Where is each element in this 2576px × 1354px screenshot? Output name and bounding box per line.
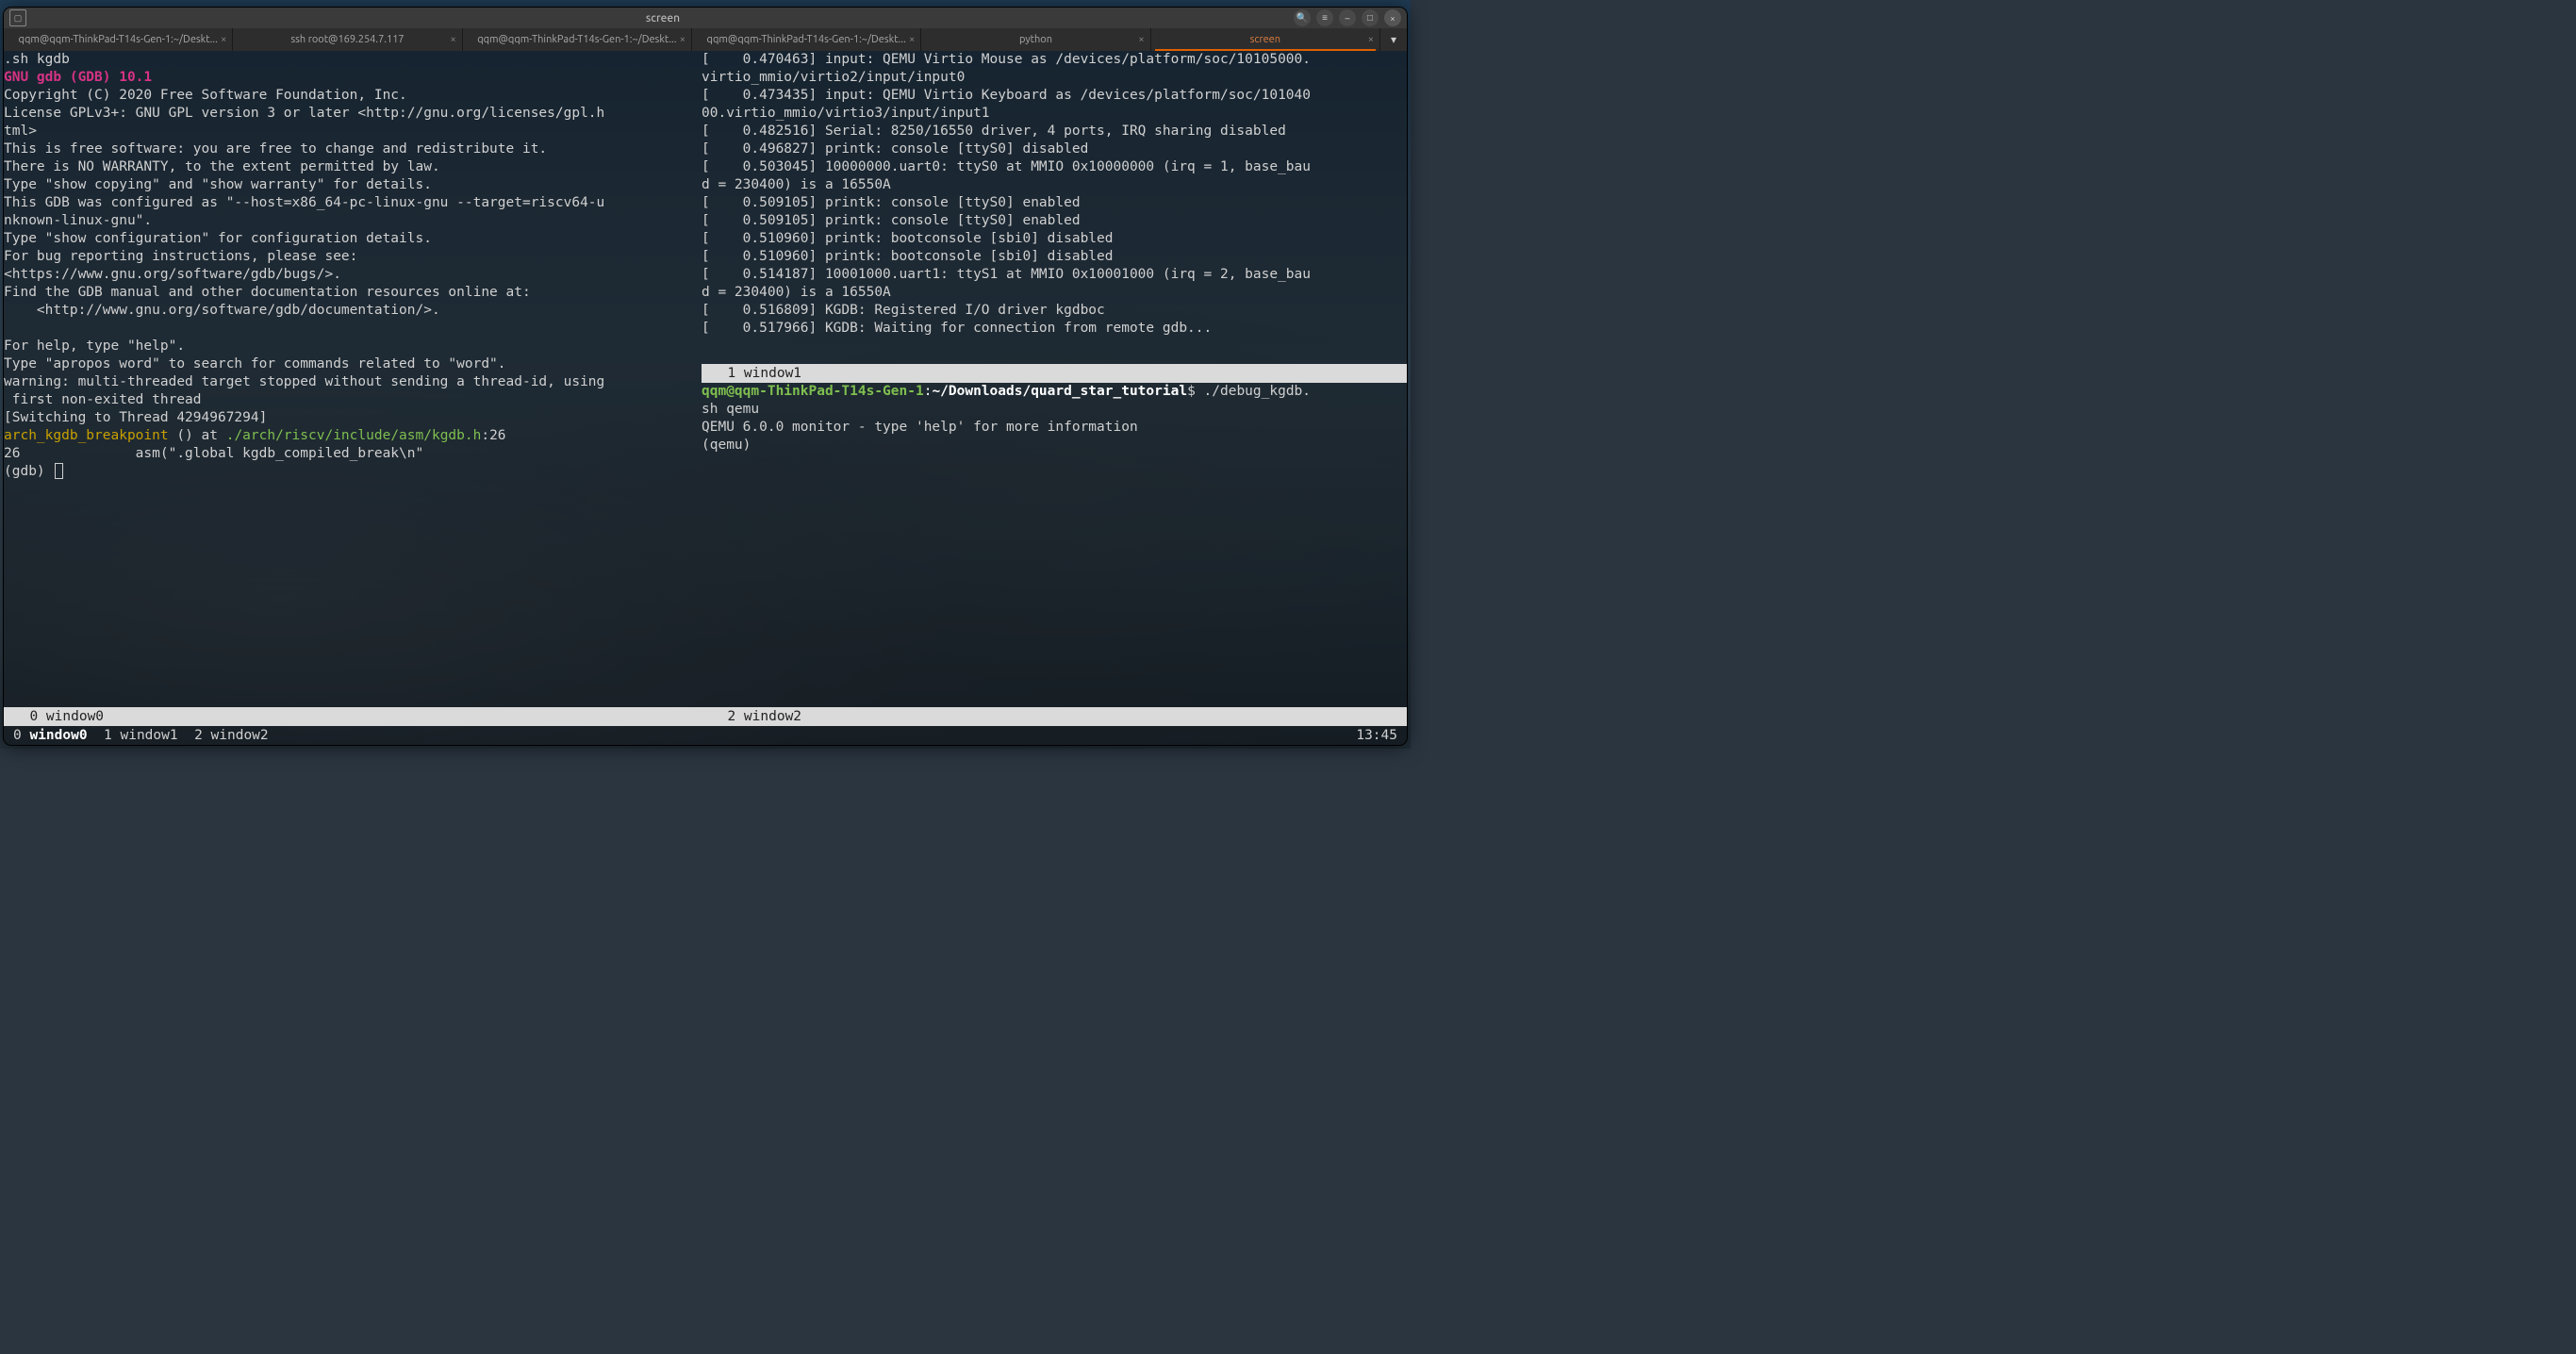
- tab-close-icon[interactable]: ×: [1138, 34, 1144, 45]
- term-line: QEMU 6.0.0 monitor - type 'help' for mor…: [702, 420, 1138, 435]
- term-line: Type "apropos word" to search for comman…: [4, 356, 506, 372]
- term-line: Type "show configuration" for configurat…: [4, 231, 432, 246]
- term-line: License GPLv3+: GNU GPL version 3 or lat…: [4, 106, 604, 121]
- tab-close-icon[interactable]: ×: [1368, 34, 1374, 45]
- term-line: warning: multi-threaded target stopped w…: [4, 374, 604, 389]
- term-line: GNU gdb (GDB) 10.1: [4, 70, 152, 85]
- terminal-window: ▢ screen 🔍 ≡ – □ × qqm@qqm-ThinkPad-T14s…: [4, 8, 1407, 745]
- term-line: <https://www.gnu.org/software/gdb/bugs/>…: [4, 267, 341, 282]
- tab-close-icon[interactable]: ×: [680, 34, 685, 45]
- pane-kernel-log[interactable]: [ 0.470463] input: QEMU Virtio Mouse as …: [702, 51, 1407, 364]
- window-title: screen: [32, 12, 1294, 25]
- pane-status-rbot: 2 window2: [702, 707, 1407, 726]
- tab-1[interactable]: ssh root@169.254.7.117 ×: [233, 28, 462, 51]
- tab-0[interactable]: qqm@qqm-ThinkPad-T14s-Gen-1:~/Deskt...×: [4, 28, 233, 51]
- pane-gdb[interactable]: .sh kgdb GNU gdb (GDB) 10.1 Copyright (C…: [4, 51, 702, 707]
- tab-label: qqm@qqm-ThinkPad-T14s-Gen-1:~/Deskt...: [707, 34, 906, 45]
- tab-close-icon[interactable]: ×: [450, 34, 455, 45]
- tab-3[interactable]: qqm@qqm-ThinkPad-T14s-Gen-1:~/Deskt...×: [692, 28, 921, 51]
- term-line: tml>: [4, 124, 37, 139]
- term-line: nknown-linux-gnu".: [4, 213, 152, 228]
- screen-global-status: 0 window0 1 window1 2 window2 13:45: [4, 726, 1407, 745]
- tab-dropdown-icon[interactable]: ▾: [1380, 28, 1407, 51]
- term-line: [ 0.482516] Serial: 8250/16550 driver, 4…: [702, 124, 1286, 139]
- tab-label: qqm@qqm-ThinkPad-T14s-Gen-1:~/Deskt...: [477, 34, 676, 45]
- menu-icon[interactable]: ≡: [1316, 9, 1333, 26]
- term-line: <http://www.gnu.org/software/gdb/documen…: [4, 303, 440, 318]
- tab-label: screen: [1250, 34, 1280, 45]
- titlebar[interactable]: ▢ screen 🔍 ≡ – □ ×: [4, 8, 1407, 28]
- term-line: [ 0.510960] printk: bootconsole [sbi0] d…: [702, 231, 1114, 246]
- tab-5[interactable]: screen ×: [1151, 28, 1380, 51]
- term-line: There is NO WARRANTY, to the extent perm…: [4, 159, 440, 174]
- new-tab-icon[interactable]: ▢: [9, 9, 26, 26]
- term-line: [Switching to Thread 4294967294]: [4, 410, 267, 425]
- tab-2[interactable]: qqm@qqm-ThinkPad-T14s-Gen-1:~/Deskt... ×: [463, 28, 692, 51]
- term-line: This is free software: you are free to c…: [4, 141, 547, 157]
- term-line: sh qemu: [702, 402, 759, 417]
- gdb-prompt: (gdb): [4, 464, 53, 479]
- term-line: [ 0.514187] 10001000.uart1: ttyS1 at MMI…: [702, 267, 1311, 282]
- qemu-prompt: (qemu): [702, 438, 759, 453]
- term-line: d = 230400) is a 16550A: [702, 177, 891, 192]
- term-line: [ 0.517966] KGDB: Waiting for connection…: [702, 321, 1212, 336]
- term-line: 00.virtio_mmio/virtio3/input/input1: [702, 106, 990, 121]
- term-line: Type "show copying" and "show warranty" …: [4, 177, 432, 192]
- term-line: :26: [481, 428, 505, 443]
- term-line: $ ./debug_kgdb.: [1187, 384, 1311, 399]
- term-line: For bug reporting instructions, please s…: [4, 249, 357, 264]
- term-fn: arch_kgdb_breakpoint: [4, 428, 169, 443]
- pane-qemu-monitor[interactable]: qqm@qqm-ThinkPad-T14s-Gen-1:~/Downloads/…: [702, 383, 1407, 707]
- term-line: .sh kgdb: [4, 52, 70, 67]
- term-line: () at: [169, 428, 226, 443]
- term-line: [ 0.509105] printk: console [ttyS0] enab…: [702, 195, 1081, 210]
- term-line: [ 0.496827] printk: console [ttyS0] disa…: [702, 141, 1088, 157]
- term-line: For help, type "help".: [4, 338, 185, 354]
- tab-strip: qqm@qqm-ThinkPad-T14s-Gen-1:~/Deskt...× …: [4, 28, 1407, 51]
- tab-label: ssh root@169.254.7.117: [290, 34, 404, 45]
- term-line: [ 0.470463] input: QEMU Virtio Mouse as …: [702, 52, 1311, 67]
- tab-close-icon[interactable]: ×: [909, 34, 915, 45]
- tab-label: qqm@qqm-ThinkPad-T14s-Gen-1:~/Deskt...: [19, 34, 218, 45]
- term-line: first non-exited thread: [4, 392, 202, 407]
- tab-close-icon[interactable]: ×: [221, 34, 226, 45]
- search-icon[interactable]: 🔍: [1294, 9, 1311, 26]
- prompt-path: ~/Downloads/quard_star_tutorial: [932, 384, 1187, 399]
- term-line: [ 0.509105] printk: console [ttyS0] enab…: [702, 213, 1081, 228]
- term-line: d = 230400) is a 16550A: [702, 285, 891, 300]
- minimize-icon[interactable]: –: [1339, 9, 1356, 26]
- close-icon[interactable]: ×: [1384, 9, 1401, 26]
- term-line: Copyright (C) 2020 Free Software Foundat…: [4, 88, 407, 103]
- pane-status-rtop: 1 window1: [702, 364, 1407, 383]
- screen-window-list: 0 window0 1 window1 2 window2: [13, 726, 269, 745]
- tab-label: python: [1019, 34, 1052, 45]
- tab-4[interactable]: python ×: [921, 28, 1150, 51]
- term-line: This GDB was configured as "--host=x86_6…: [4, 195, 604, 210]
- terminal-area: .sh kgdb GNU gdb (GDB) 10.1 Copyright (C…: [4, 51, 1407, 745]
- screen-clock: 13:45: [1356, 726, 1397, 745]
- term-line: virtio_mmio/virtio2/input/input0: [702, 70, 965, 85]
- term-line: 26 asm(".global kgdb_compiled_break\n": [4, 446, 423, 461]
- pane-status-left: 0 window0: [4, 707, 702, 726]
- maximize-icon[interactable]: □: [1362, 9, 1379, 26]
- term-line: [ 0.510960] printk: bootconsole [sbi0] d…: [702, 249, 1114, 264]
- term-line: [ 0.503045] 10000000.uart0: ttyS0 at MMI…: [702, 159, 1311, 174]
- term-path: ./arch/riscv/include/asm/kgdb.h: [226, 428, 482, 443]
- term-line: Find the GDB manual and other documentat…: [4, 285, 531, 300]
- term-line: [ 0.473435] input: QEMU Virtio Keyboard …: [702, 88, 1311, 103]
- term-line: [ 0.516809] KGDB: Registered I/O driver …: [702, 303, 1105, 318]
- cursor: [55, 463, 63, 479]
- prompt-host: qqm@qqm-ThinkPad-T14s-Gen-1: [702, 384, 924, 399]
